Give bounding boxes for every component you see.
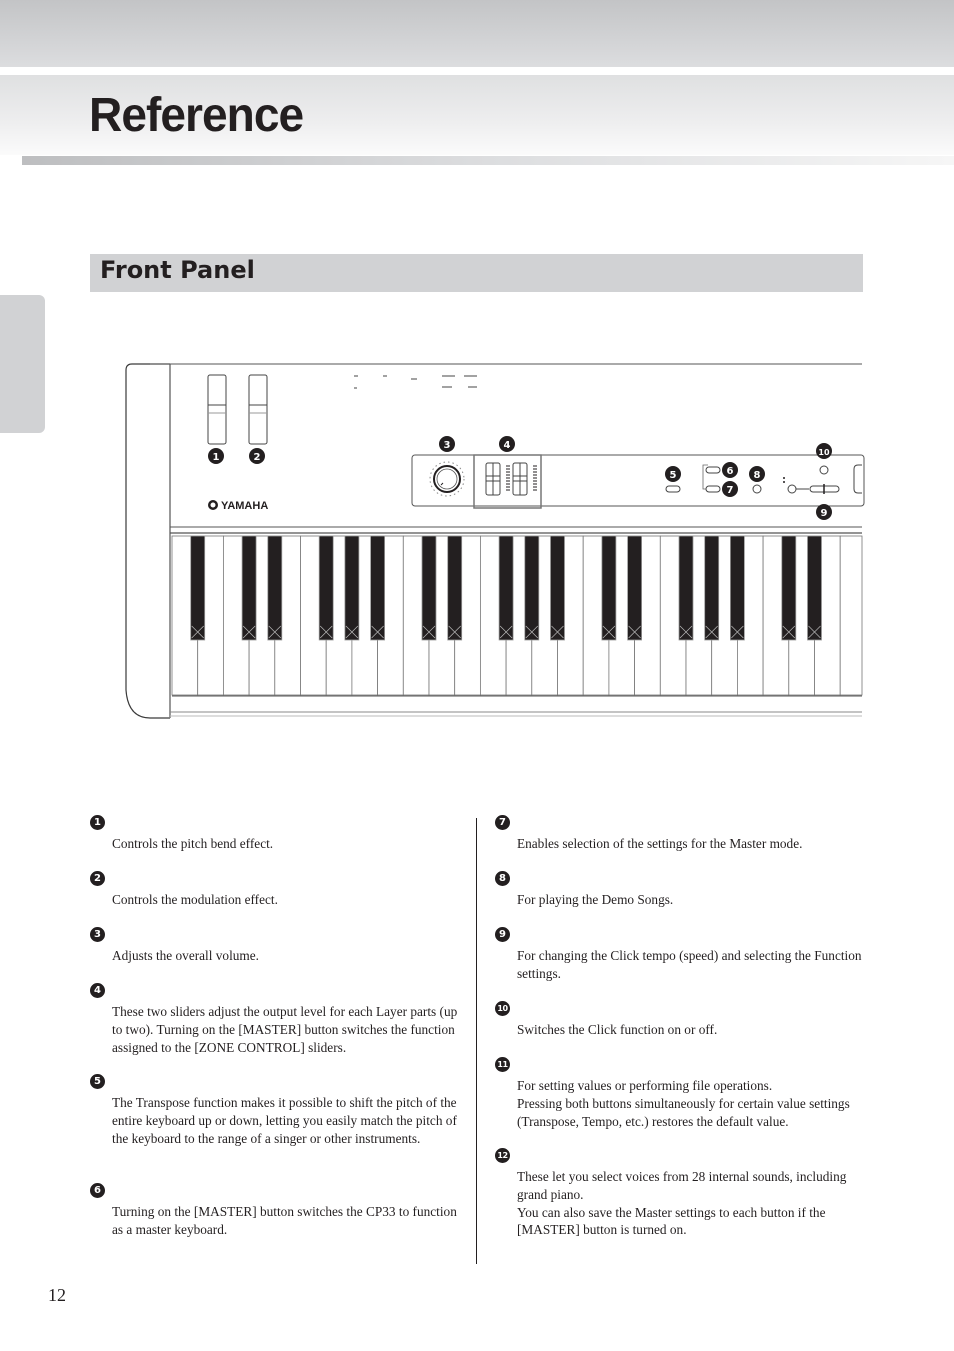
- callout-8: 8: [749, 466, 765, 482]
- callout-10: 10: [816, 443, 832, 459]
- control-strip: [411, 454, 865, 507]
- item-description: Turning on the [MASTER] button switches …: [112, 1204, 457, 1237]
- item-description: The Transpose function makes it possible…: [112, 1095, 457, 1146]
- number-badge-10: 10: [495, 1001, 510, 1016]
- number-badge-7: 7: [495, 815, 510, 830]
- top-header-band: [0, 0, 954, 67]
- demo-button: [752, 484, 762, 494]
- page-title: Reference: [89, 89, 304, 142]
- svg-text:1: 1: [213, 452, 220, 463]
- callout-5: 5: [665, 466, 681, 482]
- black-key: [781, 535, 797, 641]
- master-edit-button: [705, 485, 721, 493]
- item-description: Switches the Click function on or off.: [517, 1022, 718, 1037]
- item-description: Controls the pitch bend effect.: [112, 836, 274, 851]
- number-badge-4: 4: [90, 983, 105, 998]
- svg-text:YAMAHA: YAMAHA: [221, 500, 268, 512]
- black-key: [318, 535, 334, 641]
- svg-text:6: 6: [727, 466, 734, 477]
- modulation-wheel: [248, 374, 268, 445]
- number-badge-11: 11: [495, 1057, 510, 1072]
- black-key: [550, 535, 565, 641]
- transpose-button: [665, 485, 681, 493]
- number-badge-1: 1: [90, 815, 105, 830]
- master-button: [705, 466, 721, 474]
- item-description: For setting values or performing file op…: [517, 1078, 850, 1129]
- tempo-buttons: [809, 484, 840, 494]
- black-key: [524, 535, 540, 641]
- item-description: Controls the modulation effect.: [112, 892, 278, 907]
- item-description: For changing the Click tempo (speed) and…: [517, 948, 862, 981]
- title-rule: [22, 156, 954, 165]
- pitch-bend-wheel: [207, 374, 227, 445]
- number-badge-6: 6: [90, 1183, 105, 1198]
- number-badge-9: 9: [495, 927, 510, 942]
- item-description: Adjusts the overall volume.: [112, 948, 259, 963]
- svg-text:10: 10: [818, 448, 830, 457]
- black-key: [190, 535, 206, 641]
- callout-4: 4: [499, 436, 515, 452]
- click-button: [819, 465, 829, 475]
- svg-text:9: 9: [821, 508, 828, 519]
- svg-text:7: 7: [727, 485, 734, 496]
- black-key: [730, 535, 745, 641]
- number-badge-12: 12: [495, 1148, 510, 1163]
- black-key: [807, 535, 822, 641]
- front-panel-illustration: 1 2 YAMAHA 3 4 5 6 7 8 10 9: [125, 363, 865, 719]
- svg-text:5: 5: [670, 470, 677, 481]
- callout-7: 7: [722, 481, 738, 497]
- black-key: [678, 535, 694, 641]
- rear-jack-marks: [354, 375, 477, 389]
- black-key: [267, 535, 283, 641]
- item-description: These let you select voices from 28 inte…: [517, 1169, 847, 1238]
- black-key: [344, 535, 360, 641]
- black-key: [241, 535, 257, 641]
- white-key: [839, 535, 863, 696]
- number-badge-5: 5: [90, 1074, 105, 1089]
- callout-3: 3: [439, 436, 455, 452]
- black-key: [601, 535, 617, 641]
- column-divider: [476, 818, 477, 1264]
- keyboard: [171, 535, 863, 696]
- function-button: [787, 484, 797, 494]
- callout-2: 2: [249, 448, 265, 464]
- section-title: Front Panel: [100, 256, 255, 284]
- number-badge-8: 8: [495, 871, 510, 886]
- callout-9: 9: [816, 504, 832, 520]
- svg-text:8: 8: [754, 470, 761, 481]
- item-description: These two sliders adjust the output leve…: [112, 1004, 458, 1055]
- yamaha-logo: YAMAHA: [208, 500, 268, 512]
- left-end-cap: [125, 363, 170, 719]
- callout-6: 6: [722, 462, 738, 478]
- svg-text:2: 2: [254, 452, 261, 463]
- black-key: [498, 535, 514, 641]
- callout-1: 1: [208, 448, 224, 464]
- number-badge-3: 3: [90, 927, 105, 942]
- black-key: [704, 535, 720, 641]
- black-key: [370, 535, 386, 641]
- item-description: For playing the Demo Songs.: [517, 892, 674, 907]
- number-badge-2: 2: [90, 871, 105, 886]
- black-key: [447, 535, 463, 641]
- page-number: 12: [48, 1285, 66, 1305]
- black-key: [421, 535, 437, 641]
- svg-text:3: 3: [444, 440, 451, 451]
- item-description: Enables selection of the settings for th…: [517, 836, 803, 851]
- svg-text:4: 4: [504, 440, 511, 451]
- side-thumb-tab: [0, 295, 45, 433]
- black-key: [627, 535, 642, 641]
